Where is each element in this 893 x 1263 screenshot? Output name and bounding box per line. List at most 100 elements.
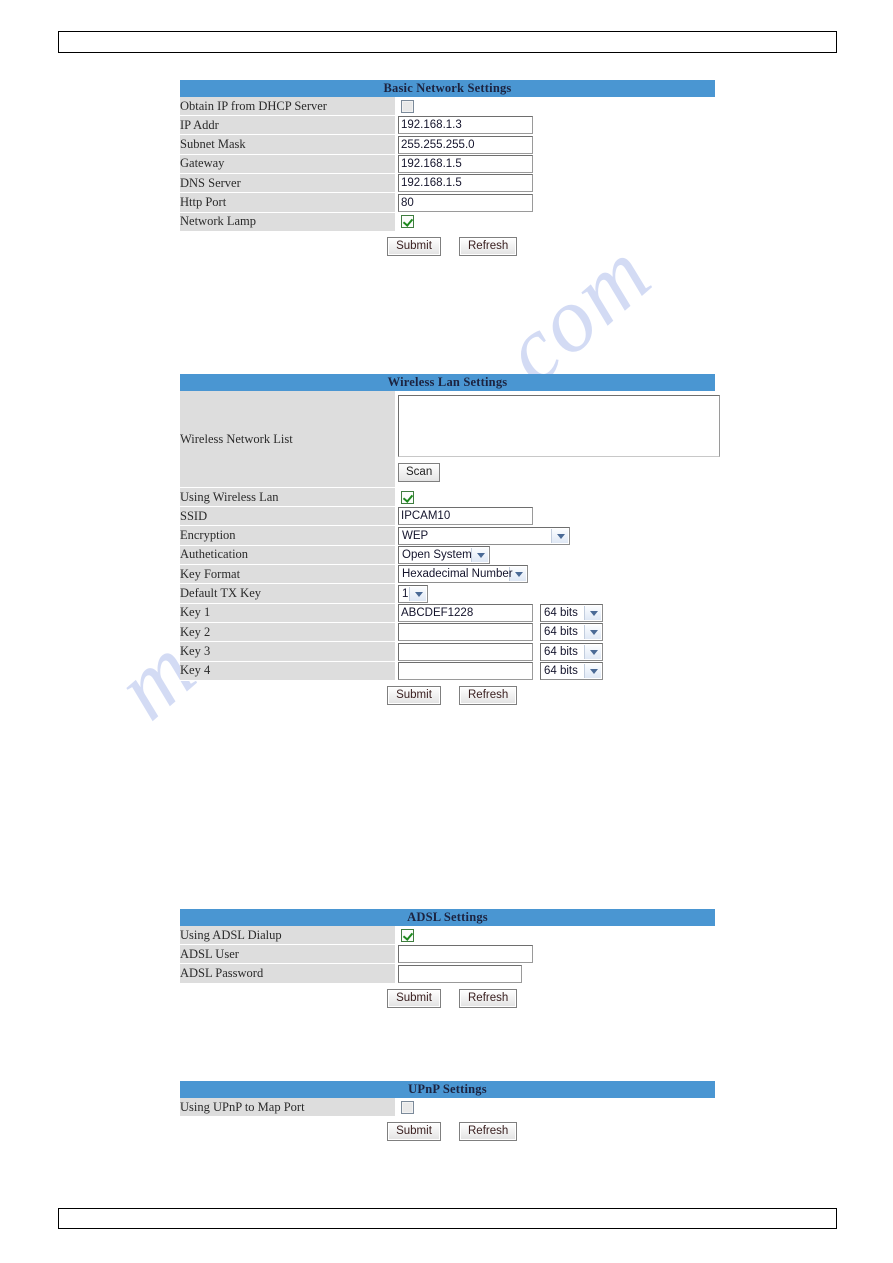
row-label: ADSL User bbox=[180, 944, 395, 965]
row-value bbox=[395, 97, 715, 116]
panel-wireless-lan-title: Wireless Lan Settings bbox=[180, 374, 715, 391]
panel-basic-network: Basic Network Settings Obtain IP from DH… bbox=[180, 80, 715, 258]
row-label: IP Addr bbox=[180, 115, 395, 136]
row-value bbox=[395, 487, 715, 507]
key-2-bits-select[interactable]: 64 bits bbox=[540, 623, 603, 642]
default-tx-key-select[interactable]: 1 bbox=[398, 584, 428, 603]
key-2-bits-value: 64 bits bbox=[544, 626, 578, 639]
upnp-button-row: Submit Refresh bbox=[180, 1117, 715, 1143]
table-row: Using ADSL Dialup bbox=[180, 926, 715, 945]
key-1-bits-select[interactable]: 64 bits bbox=[540, 603, 603, 622]
row-value: 192.168.1.3 bbox=[395, 115, 715, 136]
row-value: 64 bits bbox=[395, 641, 715, 662]
basic-network-refresh-button[interactable]: Refresh bbox=[459, 236, 518, 256]
wireless-network-list[interactable] bbox=[398, 395, 720, 457]
row-value: 192.168.1.5 bbox=[395, 154, 715, 174]
table-row: Subnet Mask 255.255.255.0 bbox=[180, 134, 715, 155]
gateway-input[interactable]: 192.168.1.5 bbox=[398, 154, 533, 173]
dns-server-input[interactable]: 192.168.1.5 bbox=[398, 174, 533, 193]
row-label: Http Port bbox=[180, 192, 395, 213]
row-label: Using UPnP to Map Port bbox=[180, 1098, 395, 1117]
row-value bbox=[395, 944, 715, 965]
running-header-bar bbox=[58, 31, 837, 53]
adsl-password-input[interactable] bbox=[398, 964, 522, 983]
ssid-input[interactable]: IPCAM10 bbox=[398, 507, 533, 526]
table-row: Default TX Key 1 bbox=[180, 583, 715, 604]
key-4-input[interactable] bbox=[398, 661, 533, 680]
adsl-button-row: Submit Refresh bbox=[180, 984, 715, 1010]
table-row: Encryption WEP bbox=[180, 525, 715, 546]
http-port-input[interactable]: 80 bbox=[398, 193, 533, 212]
row-label: Wireless Network List bbox=[180, 391, 395, 488]
row-label: Obtain IP from DHCP Server bbox=[180, 97, 395, 116]
key-format-select[interactable]: Hexadecimal Number bbox=[398, 565, 528, 584]
row-label: Gateway bbox=[180, 154, 395, 174]
network-lamp-checkbox[interactable] bbox=[401, 215, 414, 229]
row-value: Open System bbox=[395, 545, 715, 565]
adsl-user-input[interactable] bbox=[398, 945, 533, 964]
row-value: 1 bbox=[395, 583, 715, 604]
row-label: Default TX Key bbox=[180, 583, 395, 604]
upnp-table: Using UPnP to Map Port bbox=[180, 1098, 715, 1117]
using-upnp-map-port-checkbox[interactable] bbox=[401, 1100, 414, 1114]
table-row: Wireless Network List Scan bbox=[180, 391, 720, 488]
key-1-bits-value: 64 bits bbox=[544, 606, 578, 619]
row-label: Key 2 bbox=[180, 622, 395, 643]
using-wireless-lan-checkbox[interactable] bbox=[401, 490, 414, 504]
table-row: ADSL User bbox=[180, 944, 715, 965]
key-2-input[interactable] bbox=[398, 623, 533, 642]
table-row: Key 1 ABCDEF1228 64 bits bbox=[180, 603, 715, 623]
row-label: DNS Server bbox=[180, 173, 395, 194]
wireless-lan-refresh-button[interactable]: Refresh bbox=[459, 685, 518, 705]
upnp-refresh-button[interactable]: Refresh bbox=[459, 1122, 518, 1141]
table-row: IP Addr 192.168.1.3 bbox=[180, 115, 715, 136]
basic-network-table: Obtain IP from DHCP Server IP Addr 192.1… bbox=[180, 97, 715, 232]
row-label: Using ADSL Dialup bbox=[180, 926, 395, 945]
table-row: DNS Server 192.168.1.5 bbox=[180, 173, 715, 194]
row-value bbox=[395, 1098, 715, 1117]
row-value: 64 bits bbox=[395, 622, 715, 643]
row-value bbox=[395, 212, 715, 232]
basic-network-button-row: Submit Refresh bbox=[180, 232, 715, 258]
scan-button[interactable]: Scan bbox=[398, 463, 441, 482]
encryption-select[interactable]: WEP bbox=[398, 526, 570, 545]
key-4-bits-value: 64 bits bbox=[544, 664, 578, 677]
table-row: Using UPnP to Map Port bbox=[180, 1098, 715, 1117]
upnp-submit-button[interactable]: Submit bbox=[387, 1122, 441, 1141]
table-row: Network Lamp bbox=[180, 212, 715, 232]
row-label: Subnet Mask bbox=[180, 134, 395, 155]
obtain-ip-dhcp-checkbox[interactable] bbox=[401, 99, 414, 113]
using-adsl-dialup-checkbox[interactable] bbox=[401, 928, 414, 942]
key-3-input[interactable] bbox=[398, 642, 533, 661]
wireless-lan-table: Wireless Network List Scan Using Wireles… bbox=[180, 391, 720, 681]
key-1-input[interactable]: ABCDEF1228 bbox=[398, 603, 533, 622]
scan-button-wrap: Scan bbox=[395, 457, 715, 486]
row-value: 192.168.1.5 bbox=[395, 173, 715, 194]
row-value bbox=[395, 926, 715, 945]
authentication-select-value: Open System bbox=[402, 548, 472, 561]
row-label: Key 1 bbox=[180, 603, 395, 623]
ip-addr-input[interactable]: 192.168.1.3 bbox=[398, 116, 533, 135]
encryption-select-value: WEP bbox=[402, 529, 429, 542]
adsl-submit-button[interactable]: Submit bbox=[387, 988, 441, 1008]
table-row: Using Wireless Lan bbox=[180, 487, 715, 507]
row-value: Scan bbox=[395, 391, 720, 488]
table-row: SSID IPCAM10 bbox=[180, 506, 715, 527]
key-3-bits-value: 64 bits bbox=[544, 645, 578, 658]
table-row: Key 3 64 bits bbox=[180, 641, 715, 662]
row-value: 64 bits bbox=[395, 661, 715, 681]
row-label: Network Lamp bbox=[180, 212, 395, 232]
table-row: Key Format Hexadecimal Number bbox=[180, 564, 715, 585]
key-3-bits-select[interactable]: 64 bits bbox=[540, 642, 603, 661]
basic-network-submit-button[interactable]: Submit bbox=[387, 236, 441, 256]
wireless-lan-submit-button[interactable]: Submit bbox=[387, 685, 441, 705]
authentication-select[interactable]: Open System bbox=[398, 545, 490, 564]
adsl-refresh-button[interactable]: Refresh bbox=[459, 988, 518, 1008]
row-value: 255.255.255.0 bbox=[395, 134, 715, 155]
table-row: Authetication Open System bbox=[180, 545, 715, 565]
row-label: Encryption bbox=[180, 525, 395, 546]
adsl-table: Using ADSL Dialup ADSL User ADSL Passwor… bbox=[180, 926, 715, 984]
panel-basic-network-title: Basic Network Settings bbox=[180, 80, 715, 97]
key-4-bits-select[interactable]: 64 bits bbox=[540, 661, 603, 680]
subnet-mask-input[interactable]: 255.255.255.0 bbox=[398, 135, 533, 154]
